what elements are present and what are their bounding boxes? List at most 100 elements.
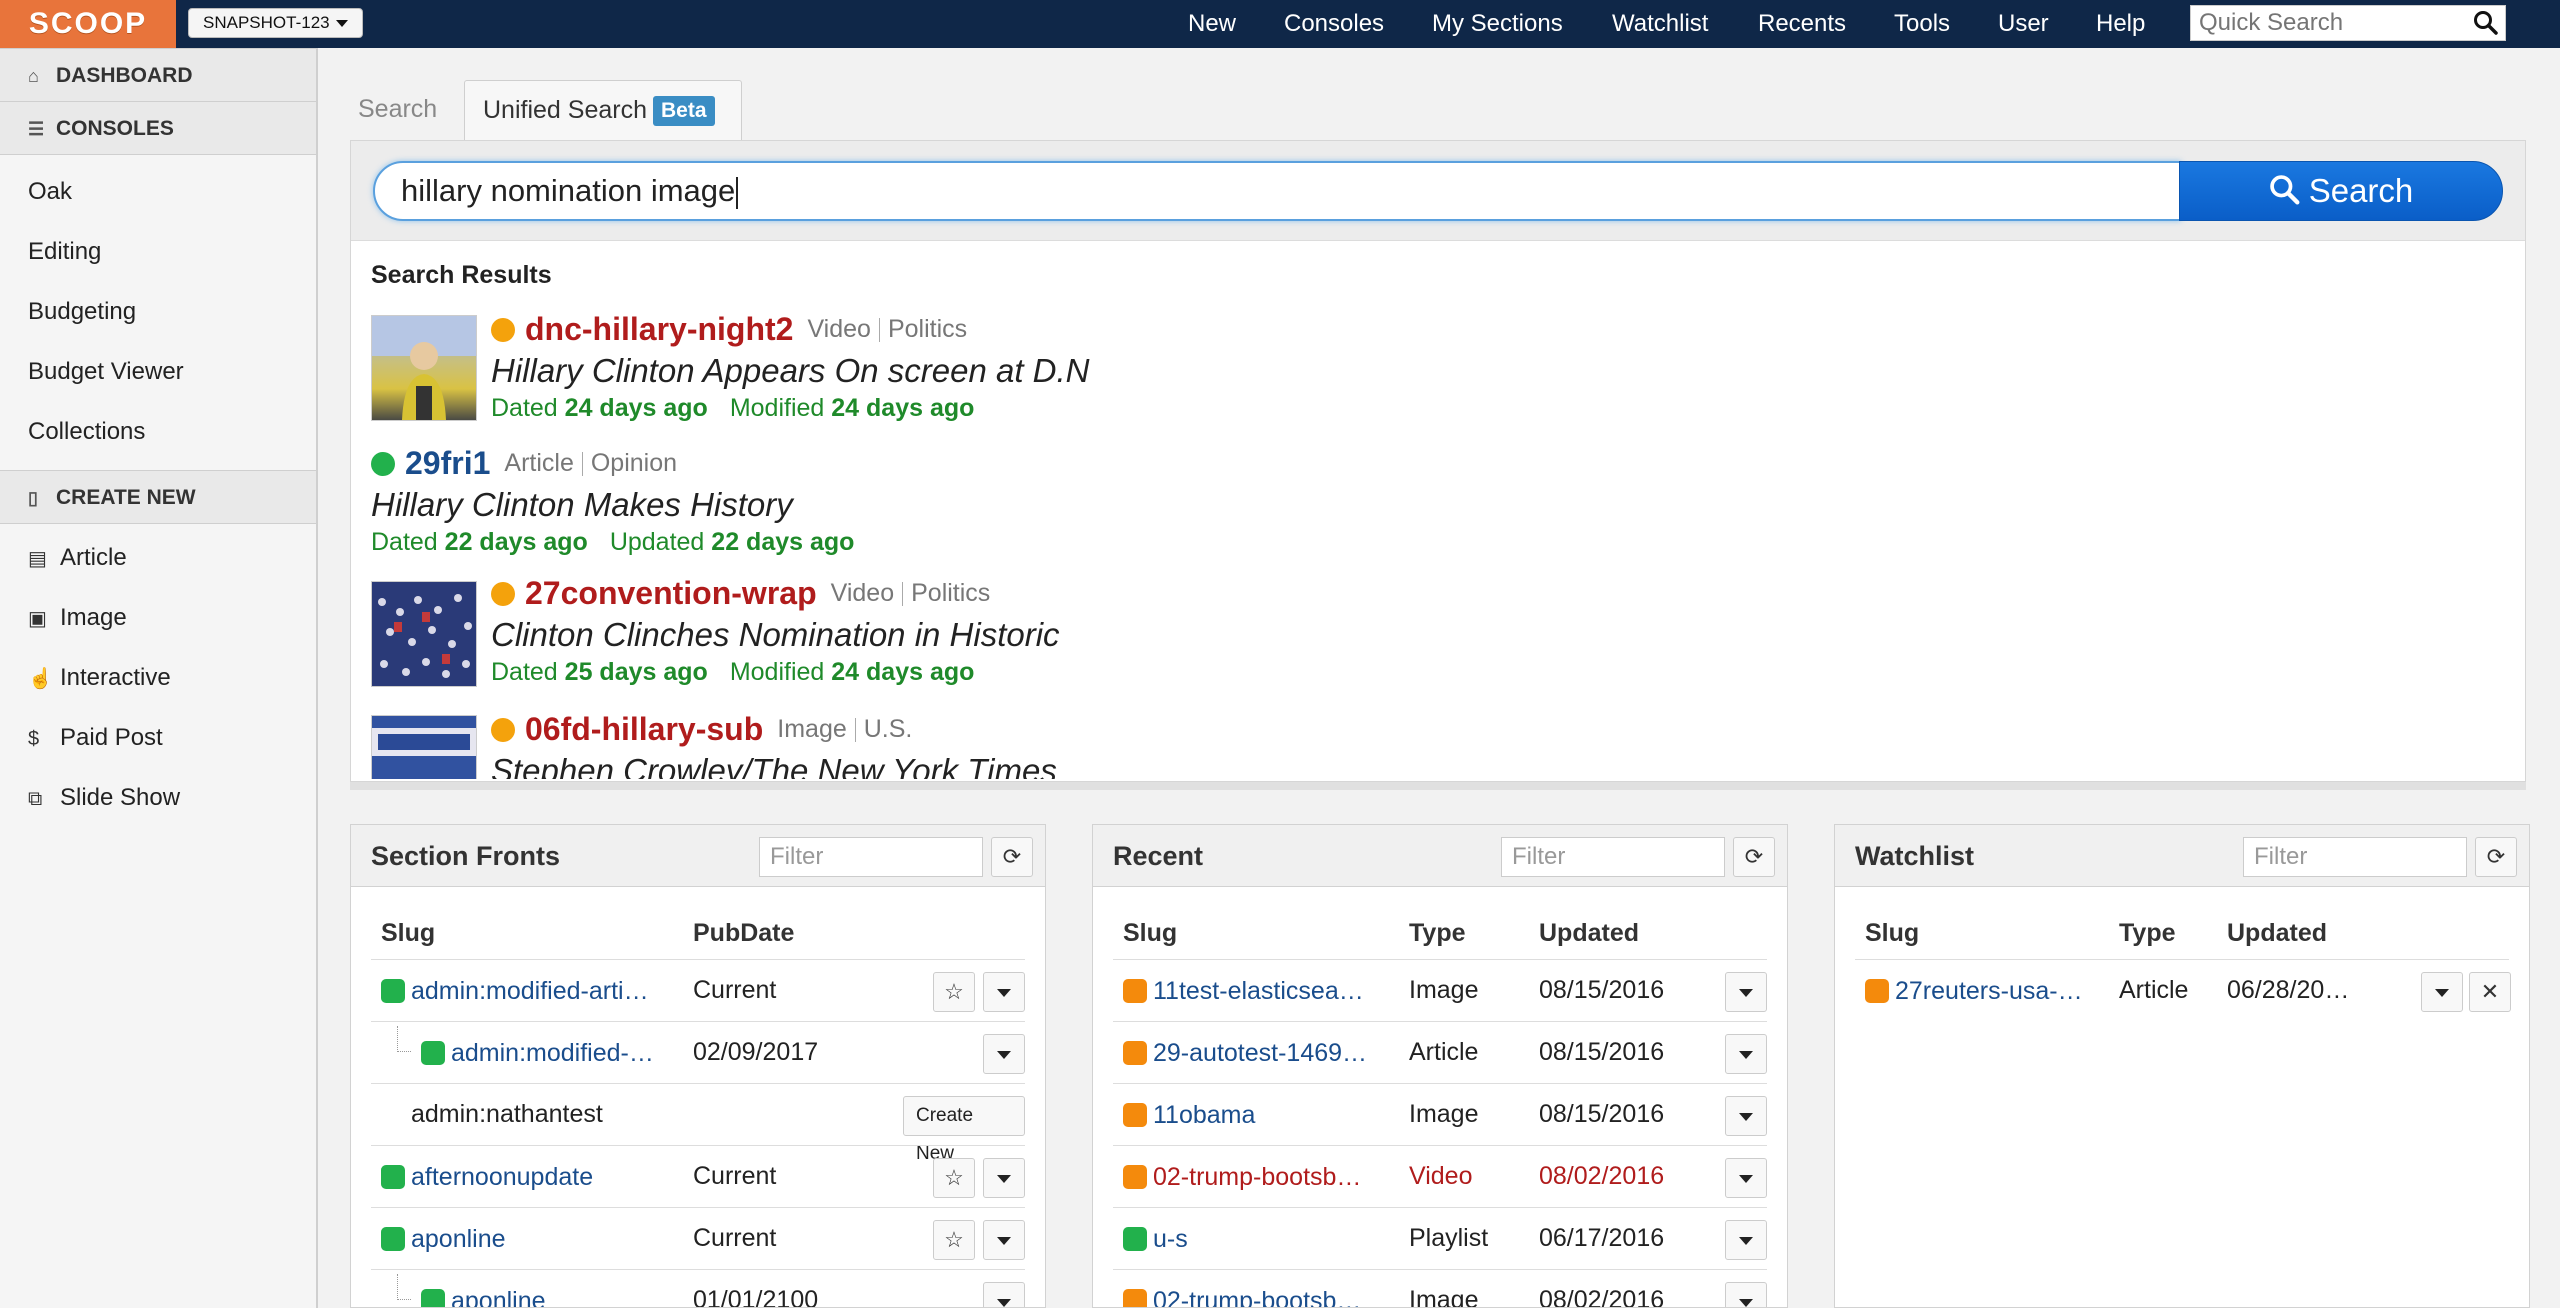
sidebar-item-article[interactable]: ▤ Article [28,538,127,578]
sidebar-item-oak[interactable]: Oak [28,172,72,212]
nav-consoles[interactable]: Consoles [1284,0,1384,48]
table-row[interactable]: aponline 01/01/2100 [371,1269,1025,1307]
chevron-down-icon[interactable] [1725,1282,1767,1307]
nav-new[interactable]: New [1188,0,1236,48]
filter-input[interactable]: Filter [759,837,983,877]
result-slug[interactable]: 29fri1 [405,445,490,481]
status-square [421,1289,445,1307]
table-row[interactable]: aponline Current ☆ [371,1207,1025,1269]
table-row[interactable]: 11test-elasticsea… Image 08/15/2016 [1113,959,1767,1021]
panel-header: Watchlist Filter ⟳ [1835,825,2529,887]
search-result[interactable]: 29fri1 Article Opinion Hillary Clinton Mak… [371,445,854,557]
close-icon[interactable]: ✕ [2469,972,2511,1012]
nav-my-sections[interactable]: My Sections [1432,0,1563,48]
search-button[interactable]: Search [2179,161,2503,221]
sidebar-dashboard[interactable]: ⌂ DASHBOARD [0,48,316,102]
status-square [421,1041,445,1066]
star-icon[interactable]: ☆ [933,1158,975,1198]
divider [854,717,856,742]
tab-unified-search[interactable]: Unified Search Beta [464,80,742,140]
create-new-button[interactable]: Create New [903,1096,1025,1164]
article-icon: ▤ [28,548,47,570]
search-result[interactable]: dnc-hillary-night2 Video Politics Hillary … [491,311,1090,423]
chevron-down-icon[interactable] [1725,1220,1767,1260]
status-square [381,979,405,1004]
chevron-down-icon[interactable] [983,972,1025,1012]
table-row[interactable]: u-s Playlist 06/17/2016 [1113,1207,1767,1269]
chevron-down-icon[interactable] [1725,1158,1767,1198]
chevron-down-icon[interactable] [983,1282,1025,1307]
result-slug[interactable]: dnc-hillary-night2 [525,311,793,347]
chevron-down-icon[interactable] [1725,972,1767,1012]
sidebar-item-slide-show[interactable]: ⧉ Slide Show [28,778,180,818]
result-slug[interactable]: 06fd-hillary-sub [525,711,763,747]
search-result[interactable]: 27convention-wrap Video Politics Clinton C… [491,575,1060,687]
status-square [381,1165,405,1190]
status-square [1123,1103,1147,1128]
nav-help[interactable]: Help [2096,0,2145,48]
chevron-down-icon[interactable] [983,1158,1025,1198]
table-row[interactable]: 27reuters-usa-… Article 06/28/20… ✕ [1855,959,2511,1021]
result-thumbnail[interactable] [371,715,477,779]
table-row[interactable]: admin:nathantest Create New [371,1083,1025,1164]
status-dot [371,451,395,476]
chevron-down-icon[interactable] [983,1034,1025,1074]
table-row[interactable]: 29-autotest-1469… Article 08/15/2016 [1113,1021,1767,1083]
nav-watchlist[interactable]: Watchlist [1612,0,1708,48]
convention-crowd-thumbnail [372,582,476,686]
nav-tools[interactable]: Tools [1894,0,1950,48]
scoop-logo[interactable]: SCOOP [0,0,176,48]
horizontal-scrollbar[interactable] [350,782,2526,790]
result-thumbnail[interactable] [371,315,477,421]
col-pubdate: PubDate [693,919,795,947]
star-icon[interactable]: ☆ [933,1220,975,1260]
sidebar-item-editing[interactable]: Editing [28,232,101,272]
panel-title: Watchlist [1855,841,1975,871]
table-row[interactable]: 02-trump-bootsb… Image 08/02/2016 [1113,1269,1767,1307]
filter-input[interactable]: Filter [2243,837,2467,877]
sidebar-item-collections[interactable]: Collections [28,412,145,452]
status-dot [491,317,515,342]
dollar-icon: $ [28,728,40,750]
tab-search[interactable]: Search [358,80,437,140]
slideshow-icon: ⧉ [28,788,43,810]
chevron-down-icon[interactable] [983,1220,1025,1260]
list-icon: ☰ [28,119,45,139]
snapshot-dropdown[interactable]: SNAPSHOT-123 [188,8,363,38]
filter-input[interactable]: Filter [1501,837,1725,877]
table-row[interactable]: admin:modified-… 02/09/2017 [371,1021,1025,1083]
nav-recents[interactable]: Recents [1758,0,1846,48]
sidebar-create-new[interactable]: ▯ CREATE NEW [0,470,316,524]
sidebar-item-paid-post[interactable]: $ Paid Post [28,718,163,758]
divider [581,451,583,476]
table-row[interactable]: afternoonupdate Current ☆ [371,1145,1025,1207]
status-square [1865,979,1889,1004]
star-icon[interactable]: ☆ [933,972,975,1012]
refresh-icon[interactable]: ⟳ [991,837,1033,877]
search-input[interactable]: hillary nomination image [373,161,2181,221]
table-row[interactable]: 02-trump-bootsb… Video 08/02/2016 [1113,1145,1767,1207]
table-row[interactable]: 11obama Image 08/15/2016 [1113,1083,1767,1145]
refresh-icon[interactable]: ⟳ [2475,837,2517,877]
search-icon[interactable] [2473,10,2499,36]
sidebar-item-budgeting[interactable]: Budgeting [28,292,136,332]
nav-user[interactable]: User [1998,0,2049,48]
panel-header: Recent Filter ⟳ [1093,825,1787,887]
result-slug[interactable]: 27convention-wrap [525,575,817,611]
sidebar-item-budget-viewer[interactable]: Budget Viewer [28,352,184,392]
result-title: Hillary Clinton Appears On screen at D.N [491,352,1090,389]
col-slug: Slug [381,919,436,947]
chevron-down-icon[interactable] [1725,1034,1767,1074]
search-result[interactable]: 06fd-hillary-sub Image U.S. Stephen Crowle… [491,711,1057,779]
sidebar-item-image[interactable]: ▣ Image [28,598,127,638]
chevron-down-icon[interactable] [2421,972,2463,1012]
result-section: U.S. [863,715,913,743]
result-thumbnail[interactable] [371,581,477,687]
chevron-down-icon[interactable] [1725,1096,1767,1136]
result-section: Politics [887,315,968,343]
table-row[interactable]: admin:modified-arti… Current ☆ [371,959,1025,1021]
sidebar-consoles[interactable]: ☰ CONSOLES [0,101,316,155]
sidebar-item-interactive[interactable]: ☝ Interactive [28,658,171,698]
quick-search-input[interactable] [2191,6,2461,40]
refresh-icon[interactable]: ⟳ [1733,837,1775,877]
